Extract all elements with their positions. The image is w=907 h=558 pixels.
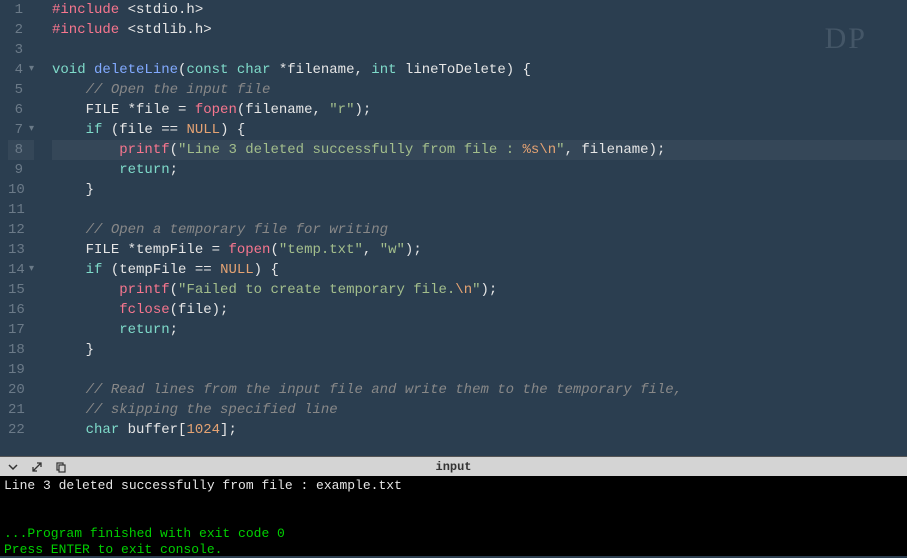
console-output[interactable]: Line 3 deleted successfully from file : … xyxy=(0,476,907,556)
line-number: 6 xyxy=(8,100,34,120)
chevron-down-icon[interactable] xyxy=(6,460,20,474)
code-line: FILE *file = fopen(filename, "r"); xyxy=(52,100,907,120)
expand-icon[interactable] xyxy=(30,460,44,474)
line-number: 22 xyxy=(8,420,34,440)
line-number: 18 xyxy=(8,340,34,360)
line-number: 14▾ xyxy=(8,260,34,280)
line-number: 11 xyxy=(8,200,34,220)
code-line: if (tempFile == NULL) { xyxy=(52,260,907,280)
fold-icon[interactable]: ▾ xyxy=(26,120,34,140)
line-number: 10 xyxy=(8,180,34,200)
console-line: Line 3 deleted successfully from file : … xyxy=(4,478,402,493)
code-line xyxy=(52,40,907,60)
fold-icon[interactable]: ▾ xyxy=(26,60,34,80)
code-line xyxy=(52,360,907,380)
editor-area: 1 2 3 4▾ 5 6 7▾ 8 9 10 11 12 13 14▾ 15 1… xyxy=(0,0,907,456)
line-number: 17 xyxy=(8,320,34,340)
code-line: // Open a temporary file for writing xyxy=(52,220,907,240)
line-number: 9 xyxy=(8,160,34,180)
code-line: char buffer[1024]; xyxy=(52,420,907,440)
console-line: ...Program finished with exit code 0 xyxy=(4,526,285,541)
line-number: 2 xyxy=(8,20,34,40)
code-line: } xyxy=(52,180,907,200)
line-number: 8 xyxy=(8,140,34,160)
code-line: } xyxy=(52,340,907,360)
line-number: 7▾ xyxy=(8,120,34,140)
code-line: return; xyxy=(52,320,907,340)
line-number: 5 xyxy=(8,80,34,100)
fold-icon[interactable]: ▾ xyxy=(28,260,34,280)
line-number: 4▾ xyxy=(8,60,34,80)
line-number: 13 xyxy=(8,240,34,260)
console-toolbar: input xyxy=(0,456,907,476)
code-line: printf("Line 3 deleted successfully from… xyxy=(52,140,907,160)
console-line: Press ENTER to exit console. xyxy=(4,542,222,557)
line-number: 1 xyxy=(8,0,34,20)
code-line: // Read lines from the input file and wr… xyxy=(52,380,907,400)
line-number: 19 xyxy=(8,360,34,380)
watermark: DP xyxy=(825,22,867,56)
code-line: // Open the input file xyxy=(52,80,907,100)
copy-icon[interactable] xyxy=(54,460,68,474)
line-number: 16 xyxy=(8,300,34,320)
console-title: input xyxy=(435,460,471,474)
gutter: 1 2 3 4▾ 5 6 7▾ 8 9 10 11 12 13 14▾ 15 1… xyxy=(0,0,44,456)
line-number: 21 xyxy=(8,400,34,420)
code-area[interactable]: DP #include <stdio.h> #include <stdlib.h… xyxy=(44,0,907,456)
code-line xyxy=(52,200,907,220)
line-number: 3 xyxy=(8,40,34,60)
code-line: #include <stdio.h> xyxy=(52,0,907,20)
code-line: return; xyxy=(52,160,907,180)
line-number: 15 xyxy=(8,280,34,300)
code-line: FILE *tempFile = fopen("temp.txt", "w"); xyxy=(52,240,907,260)
code-line: #include <stdlib.h> xyxy=(52,20,907,40)
code-line: fclose(file); xyxy=(52,300,907,320)
line-number: 20 xyxy=(8,380,34,400)
code-line: if (file == NULL) { xyxy=(52,120,907,140)
line-number: 12 xyxy=(8,220,34,240)
code-line: void deleteLine(const char *filename, in… xyxy=(52,60,907,80)
code-line: printf("Failed to create temporary file.… xyxy=(52,280,907,300)
code-line: // skipping the specified line xyxy=(52,400,907,420)
